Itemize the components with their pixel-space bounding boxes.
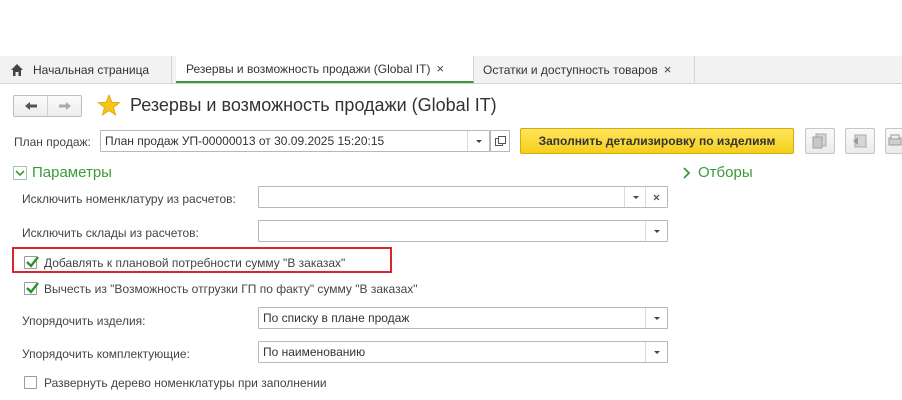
check-icon	[26, 256, 39, 268]
tab-reserves[interactable]: Резервы и возможность продажи (Global IT…	[176, 56, 474, 83]
document-icon	[812, 133, 827, 149]
settings-button[interactable]	[885, 128, 902, 154]
plan-field[interactable]: План продаж УП-00000013 от 30.09.2025 15…	[100, 130, 490, 152]
chevron-down-icon	[653, 229, 660, 233]
sort-components-value: По наименованию	[263, 345, 366, 359]
home-icon	[11, 63, 23, 76]
sort-items-label: Упорядочить изделия:	[22, 314, 146, 328]
subtract-checkbox[interactable]	[24, 282, 39, 295]
sort-items-value: По списку в плане продаж	[263, 311, 410, 325]
sort-components-select[interactable]: По наименованию	[258, 341, 668, 363]
chevron-right-icon[interactable]	[682, 167, 692, 179]
add-to-planned-checkbox[interactable]	[24, 256, 39, 269]
report-button[interactable]	[805, 128, 835, 154]
exclude-items-label: Исключить номенклатуру из расчетов:	[22, 192, 236, 206]
chevron-down-icon	[475, 139, 482, 143]
arrow-left-icon	[24, 102, 37, 110]
tab-label: Резервы и возможность продажи (Global IT…	[186, 61, 431, 76]
add-to-planned-label[interactable]: Добавлять к плановой потребности сумму "…	[44, 256, 345, 270]
subtract-label[interactable]: Вычесть из "Возможность отгрузки ГП по ф…	[44, 282, 418, 296]
fill-details-button[interactable]: Заполнить детализировку по изделиям	[520, 128, 794, 154]
tab-label: Начальная страница	[33, 62, 150, 77]
parameters-section-header[interactable]: Параметры	[32, 164, 112, 181]
exclude-items-field[interactable]	[258, 186, 668, 208]
filters-section-header[interactable]: Отборы	[698, 164, 753, 181]
exclude-items-clear-button[interactable]	[645, 187, 667, 207]
export-icon	[853, 134, 867, 148]
tab-home[interactable]: Начальная страница	[0, 56, 172, 83]
open-icon	[494, 135, 506, 146]
plan-value: План продаж УП-00000013 от 30.09.2025 15…	[105, 134, 385, 148]
plan-label: План продаж:	[14, 135, 91, 149]
arrow-right-icon	[58, 102, 71, 110]
export-button[interactable]	[845, 128, 875, 154]
chevron-down-icon	[653, 316, 660, 320]
expand-tree-label[interactable]: Развернуть дерево номенклатуры при запол…	[44, 376, 327, 390]
exclude-items-dropdown-button[interactable]	[624, 187, 646, 207]
close-icon[interactable]: ×	[436, 61, 444, 76]
exclude-warehouses-label: Исключить склады из расчетов:	[22, 226, 199, 240]
exclude-warehouses-field[interactable]	[258, 220, 668, 242]
clear-icon	[653, 194, 660, 200]
forward-button[interactable]	[47, 96, 81, 116]
back-button[interactable]	[14, 96, 47, 116]
sort-items-select[interactable]: По списку в плане продаж	[258, 307, 668, 329]
sort-components-dropdown-button[interactable]	[645, 342, 667, 362]
sort-components-label: Упорядочить комплектующие:	[22, 347, 190, 361]
tab-label: Остатки и доступность товаров	[483, 62, 658, 77]
page-title: Резервы и возможность продажи (Global IT…	[130, 95, 497, 115]
sort-items-dropdown-button[interactable]	[645, 308, 667, 328]
exclude-warehouses-dropdown-button[interactable]	[645, 221, 667, 241]
nav-buttons	[13, 95, 82, 117]
star-icon[interactable]	[97, 94, 121, 117]
expand-tree-checkbox[interactable]	[24, 376, 37, 389]
open-plan-button[interactable]	[490, 130, 510, 152]
close-icon[interactable]: ×	[664, 62, 672, 77]
collapse-icon[interactable]	[13, 166, 27, 180]
print-icon	[888, 134, 902, 146]
plan-dropdown-button[interactable]	[467, 131, 489, 151]
check-icon	[26, 282, 39, 294]
tab-bar: Начальная страница Резервы и возможность…	[0, 56, 902, 84]
chevron-down-icon	[653, 350, 660, 354]
tab-stock[interactable]: Остатки и доступность товаров ×	[474, 56, 695, 83]
chevron-down-icon	[632, 195, 639, 199]
